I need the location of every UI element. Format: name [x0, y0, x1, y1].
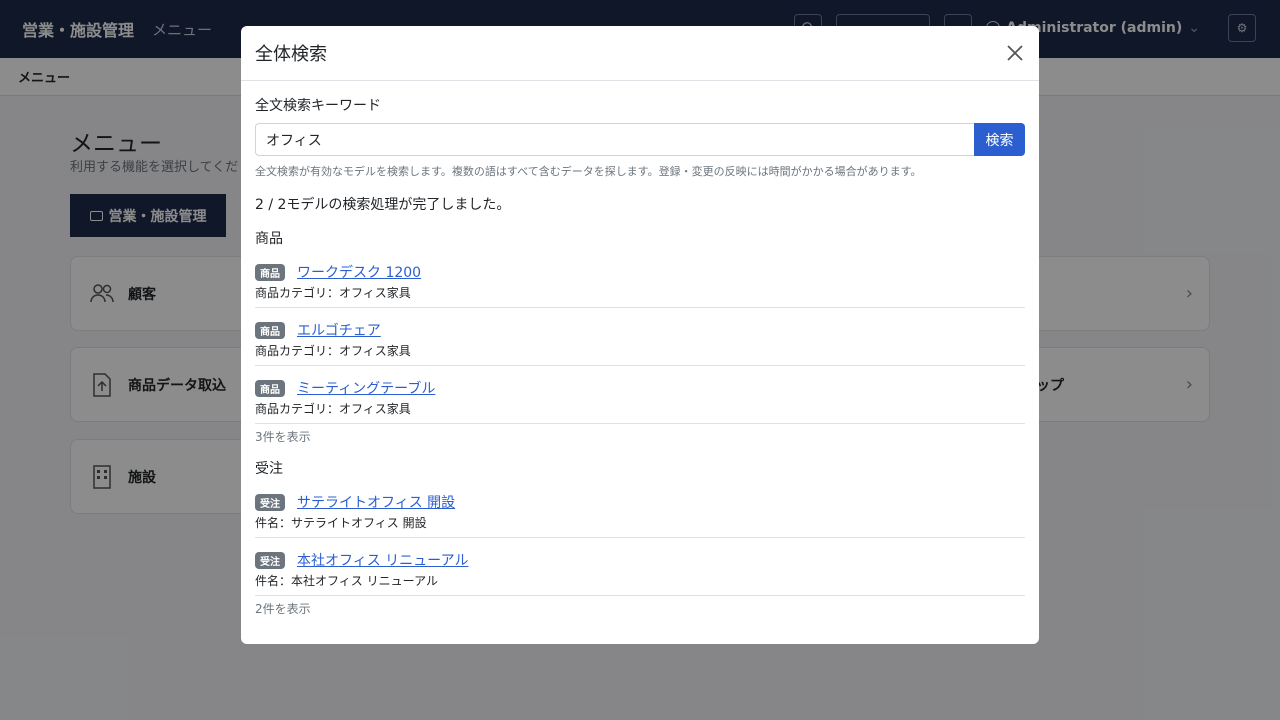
- section-title: 受注: [255, 461, 283, 477]
- model-badge: 受注: [255, 552, 285, 569]
- list-item: 受注 サテライトオフィス 開設 件名：サテライトオフィス 開設: [255, 480, 1025, 538]
- result-count: 2件を表示: [255, 602, 311, 616]
- search-row: 検索: [255, 123, 1025, 156]
- list-item: 受注 本社オフィス リニューアル 件名：本社オフィス リニューアル: [255, 538, 1025, 596]
- result-desc: 商品カテゴリ：オフィス家具: [255, 286, 411, 300]
- result-link[interactable]: 本社オフィス リニューアル: [297, 550, 468, 570]
- result-link[interactable]: ワークデスク 1200: [297, 262, 421, 282]
- result-desc: 商品カテゴリ：オフィス家具: [255, 402, 411, 416]
- model-badge: 商品: [255, 380, 285, 397]
- result-link[interactable]: サテライトオフィス 開設: [297, 492, 455, 512]
- keyword-label: 全文検索キーワード: [255, 98, 381, 114]
- result-link[interactable]: エルゴチェア: [297, 320, 381, 340]
- result-link[interactable]: ミーティングテーブル: [297, 378, 435, 398]
- search-help-text: 全文検索が有効なモデルを検索します。複数の語はすべて含むデータを探します。登録・…: [255, 165, 922, 178]
- global-search-modal: 全体検索 全文検索キーワード 検索 全文検索が有効なモデルを検索します。複数の語…: [241, 26, 1039, 644]
- list-item: 商品 ワークデスク 1200 商品カテゴリ：オフィス家具: [255, 250, 1025, 308]
- model-badge: 商品: [255, 322, 285, 339]
- search-button[interactable]: 検索: [974, 123, 1025, 156]
- result-desc: 商品カテゴリ：オフィス家具: [255, 344, 411, 358]
- model-badge: 商品: [255, 264, 285, 281]
- model-badge: 受注: [255, 494, 285, 511]
- modal-title: 全体検索: [255, 44, 327, 65]
- search-input[interactable]: [255, 123, 974, 156]
- result-desc: 件名：サテライトオフィス 開設: [255, 516, 427, 530]
- list-item: 商品 ミーティングテーブル 商品カテゴリ：オフィス家具: [255, 366, 1025, 424]
- result-section-products: 商品 商品 ワークデスク 1200 商品カテゴリ：オフィス家具 商品 エルゴチェ…: [255, 228, 1025, 445]
- modal-header: 全体検索: [241, 26, 1039, 81]
- result-section-orders: 受注 受注 サテライトオフィス 開設 件名：サテライトオフィス 開設 受注 本社…: [255, 458, 1025, 617]
- result-count: 3件を表示: [255, 430, 311, 444]
- close-icon[interactable]: [1001, 39, 1029, 67]
- search-status: 2 / 2モデルの検索処理が完了しました。: [255, 197, 511, 213]
- result-desc: 件名：本社オフィス リニューアル: [255, 574, 438, 588]
- section-title: 商品: [255, 231, 283, 247]
- list-item: 商品 エルゴチェア 商品カテゴリ：オフィス家具: [255, 308, 1025, 366]
